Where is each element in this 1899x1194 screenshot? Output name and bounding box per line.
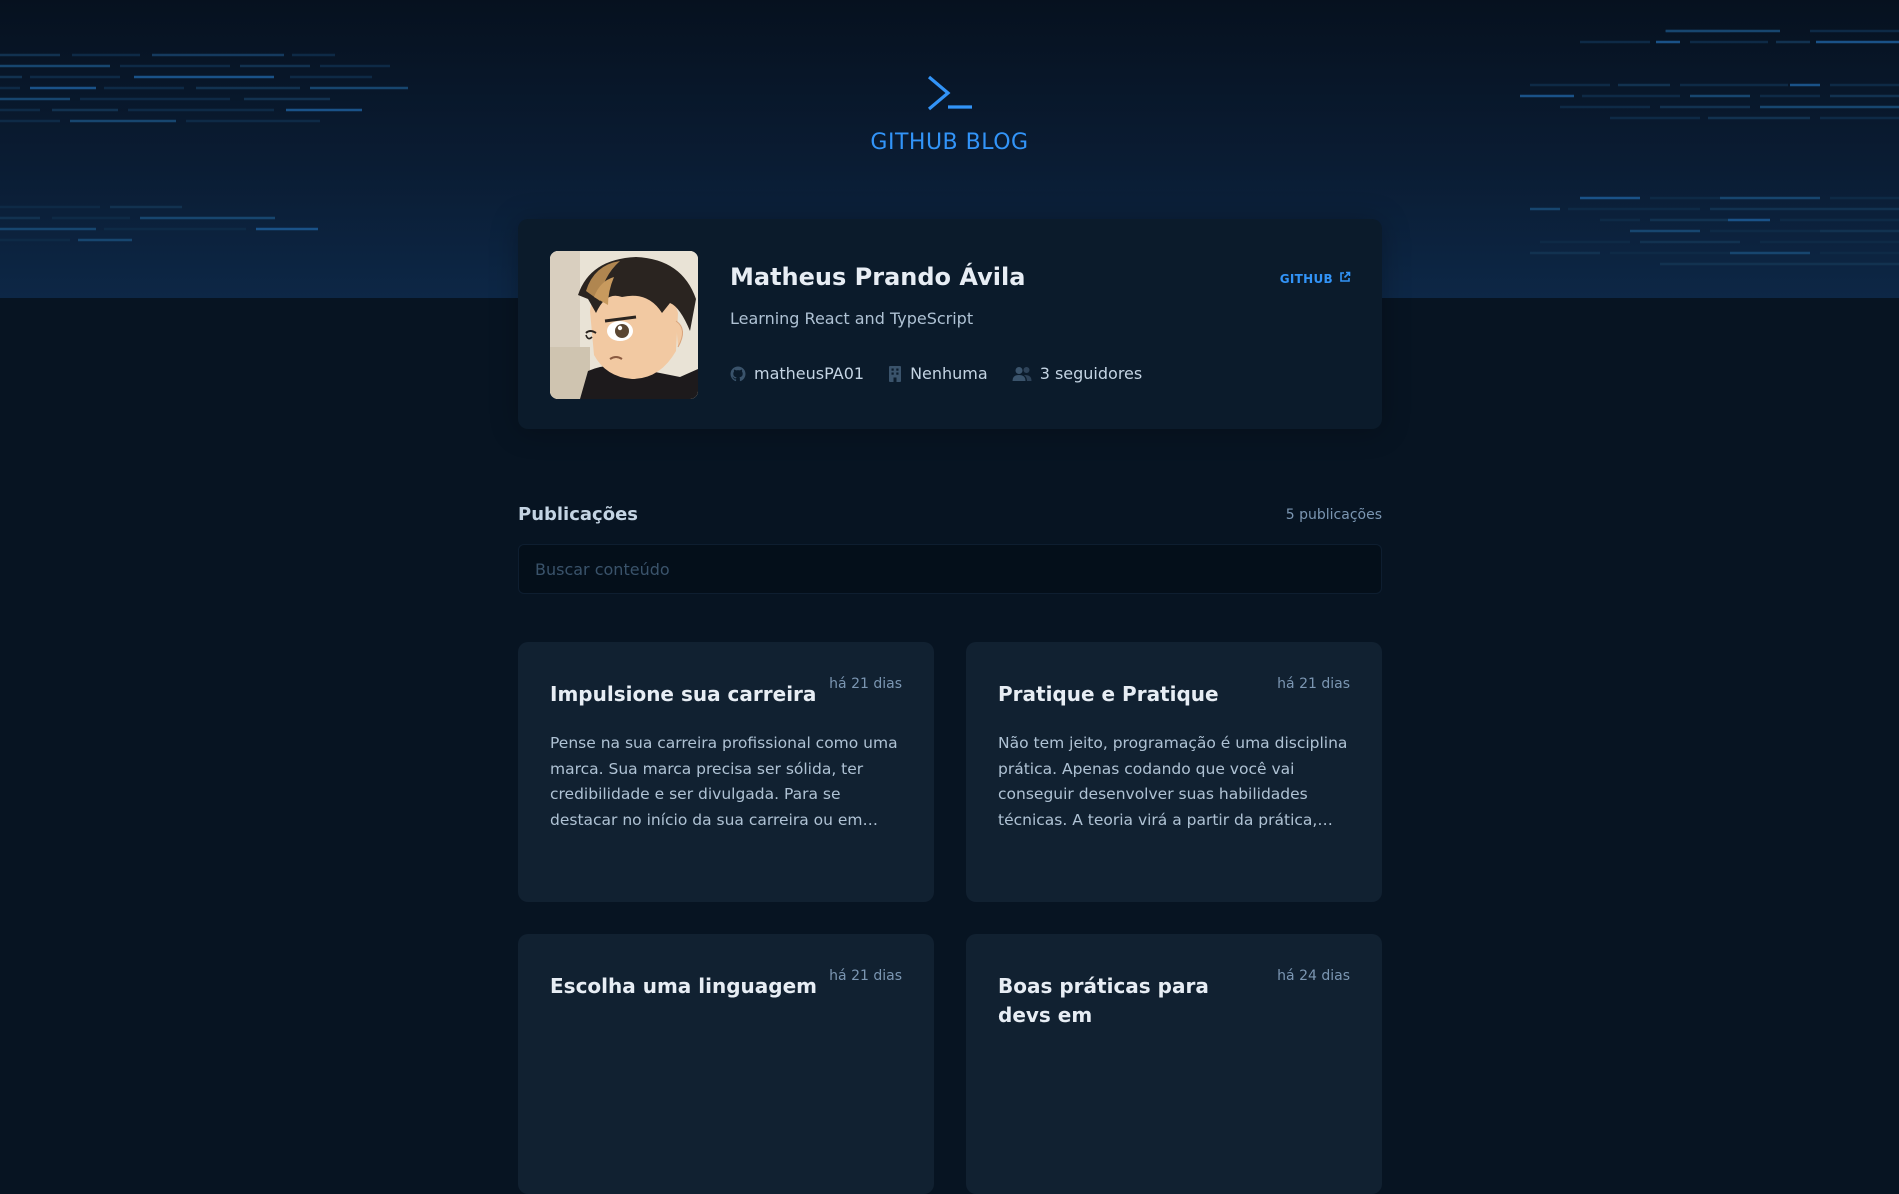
publications-count: 5 publicações	[1285, 506, 1382, 523]
meta-followers-text: 3 seguidores	[1039, 364, 1143, 383]
post-title: Pratique e Pratique	[998, 682, 1219, 706]
building-icon	[888, 365, 902, 383]
post-excerpt: Não tem jeito, programação é uma discipl…	[998, 734, 1348, 829]
github-link[interactable]: GITHUB	[1280, 271, 1351, 286]
post-excerpt: Pense na sua carreira profissional como …	[550, 734, 898, 829]
post-title: Escolha uma linguagem	[550, 974, 817, 998]
post-date: há 24 dias	[1277, 968, 1350, 984]
posts-grid: Impulsione sua carreira há 21 dias Pense…	[518, 642, 1382, 1194]
profile-meta: matheusPA01 Nenhuma 3 seguidores	[730, 364, 1142, 383]
publications-header: Publicações 5 publicações	[518, 504, 1382, 525]
post-date: há 21 dias	[1277, 676, 1350, 692]
post-title: Boas práticas para devs em	[998, 974, 1209, 1027]
post-date: há 21 dias	[829, 968, 902, 984]
meta-username-text: matheusPA01	[754, 364, 865, 383]
github-icon	[730, 366, 746, 382]
meta-username: matheusPA01	[730, 364, 864, 383]
user-group-icon	[1012, 366, 1032, 382]
external-link-icon	[1339, 271, 1351, 286]
post-card[interactable]: Boas práticas para devs em há 24 dias	[966, 934, 1382, 1194]
brand-logo: GITHUB BLOG	[0, 72, 1899, 155]
publications-title: Publicações	[518, 504, 639, 525]
github-link-label: GITHUB	[1279, 271, 1333, 286]
post-date: há 21 dias	[829, 676, 902, 692]
avatar	[550, 251, 698, 399]
brand-title: GITHUB BLOG	[870, 130, 1029, 155]
meta-followers: 3 seguidores	[1012, 364, 1143, 383]
profile-bio: Learning React and TypeScript	[730, 309, 974, 328]
meta-company-text: Nenhuma	[910, 364, 988, 383]
meta-company: Nenhuma	[888, 364, 988, 383]
profile-name: Matheus Prando Ávila	[730, 263, 1026, 291]
post-card[interactable]: Impulsione sua carreira há 21 dias Pense…	[518, 642, 934, 902]
post-card[interactable]: Escolha uma linguagem há 21 dias	[518, 934, 934, 1194]
profile-card: Matheus Prando Ávila GITHUB Learning Rea…	[518, 219, 1382, 429]
post-title: Impulsione sua carreira	[550, 682, 817, 706]
search-input[interactable]	[518, 544, 1382, 594]
terminal-prompt-icon	[926, 72, 974, 114]
post-card[interactable]: Pratique e Pratique há 21 dias Não tem j…	[966, 642, 1382, 902]
